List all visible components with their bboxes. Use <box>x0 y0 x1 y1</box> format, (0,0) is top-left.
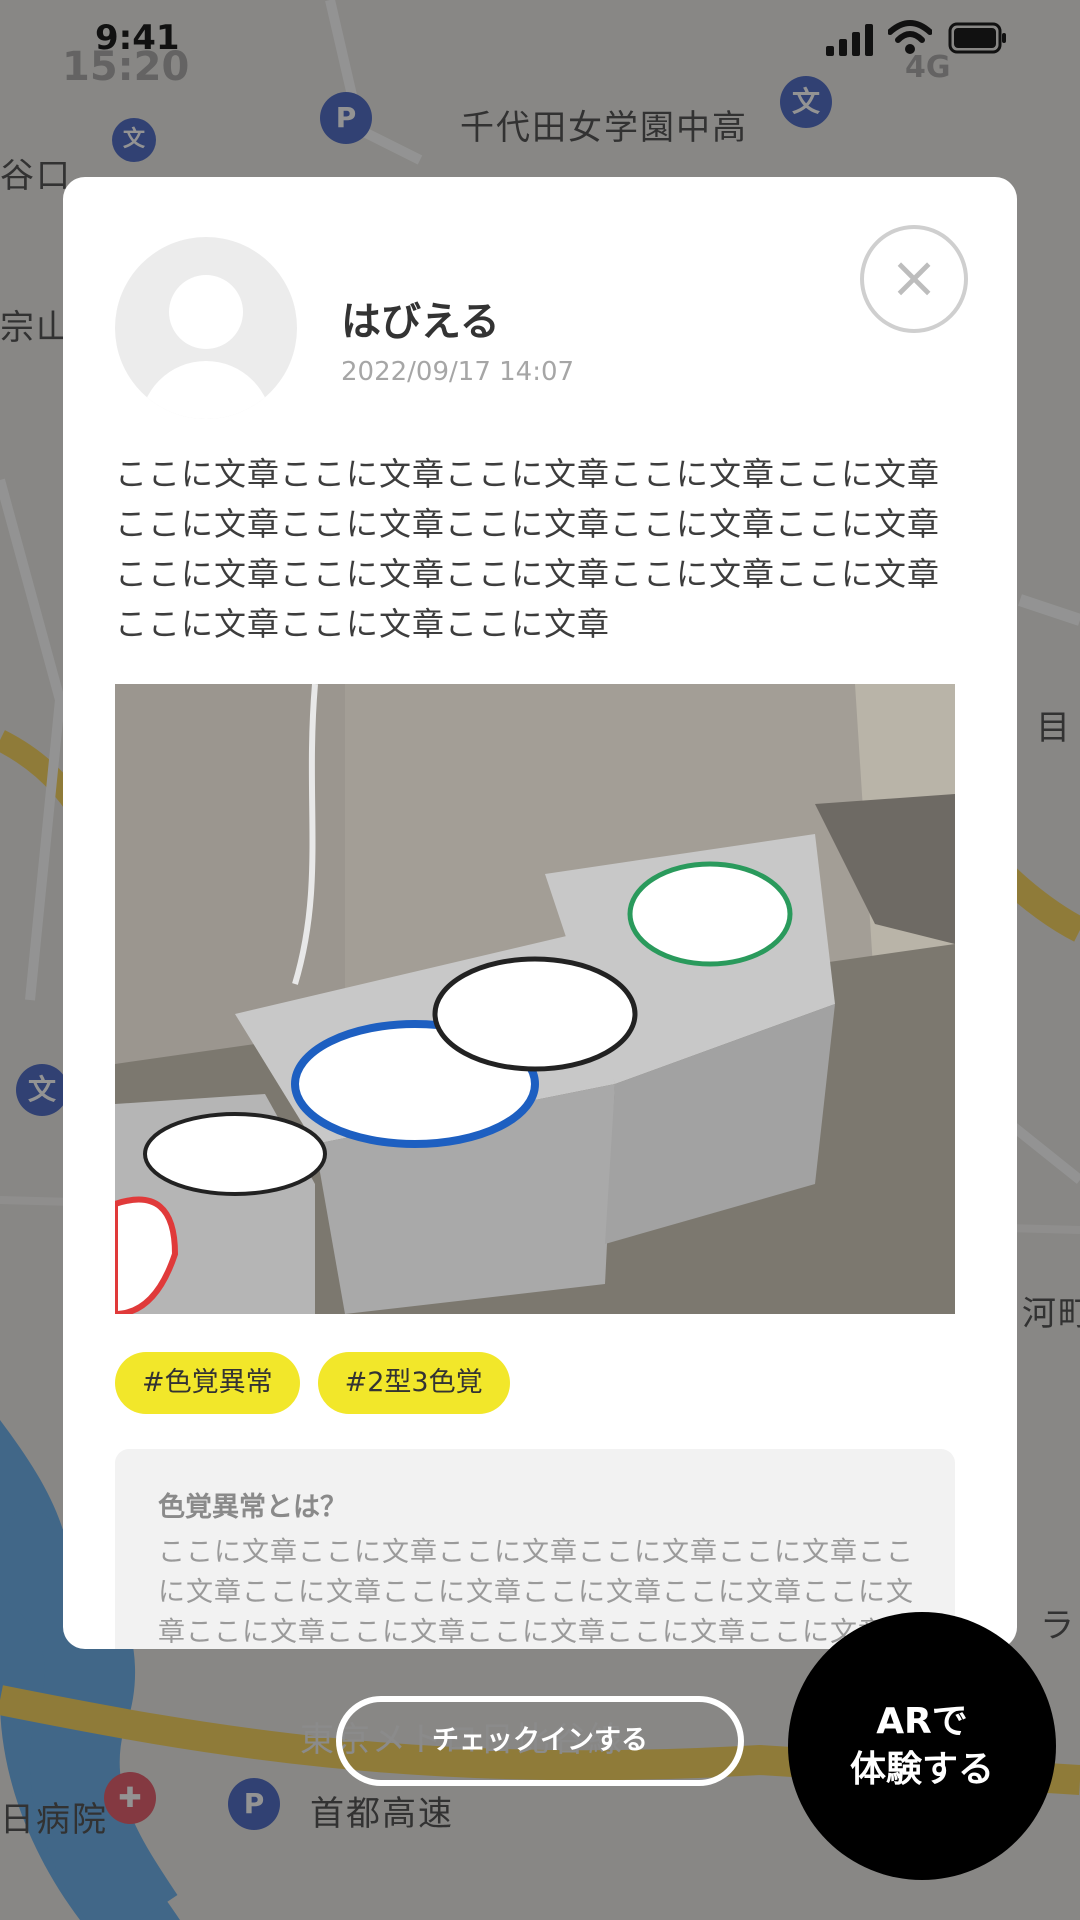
avatar-body <box>140 361 272 419</box>
avatar-head <box>169 275 243 349</box>
ar-experience-button[interactable]: ARで 体験する <box>788 1612 1056 1880</box>
close-button[interactable]: × <box>860 225 968 333</box>
post-date: 2022/09/17 14:07 <box>341 357 575 387</box>
cellular-signal-icon <box>826 24 873 56</box>
close-icon: × <box>889 243 939 311</box>
post-username: はびえる <box>341 299 500 345</box>
battery-icon <box>948 22 1006 54</box>
tag-chip[interactable]: #2型3色覚 <box>317 1352 510 1414</box>
tag-list: #色覚異常 #2型3色覚 <box>115 1352 528 1414</box>
wifi-icon <box>888 20 932 54</box>
status-bar: 15:20 9:41 4G <box>0 0 1080 100</box>
info-title: 色覚異常とは？ <box>158 1492 347 1523</box>
post-body: ここに文章ここに文章ここに文章ここに文章ここに文章ここに文章ここに文章ここに文章… <box>115 455 941 643</box>
checkin-button[interactable]: チェックインする <box>336 1696 744 1786</box>
tag-chip[interactable]: #色覚異常 <box>115 1352 300 1414</box>
post-detail-modal: はびえる 2022/09/17 14:07 × ここに文章ここに文章ここに文章こ… <box>63 177 1017 1649</box>
ar-button-label: ARで 体験する <box>849 1701 994 1790</box>
avatar[interactable] <box>115 237 297 419</box>
trash-bins-photo <box>115 684 955 1314</box>
status-time: 9:41 <box>95 18 180 58</box>
post-photo[interactable] <box>115 684 955 1314</box>
